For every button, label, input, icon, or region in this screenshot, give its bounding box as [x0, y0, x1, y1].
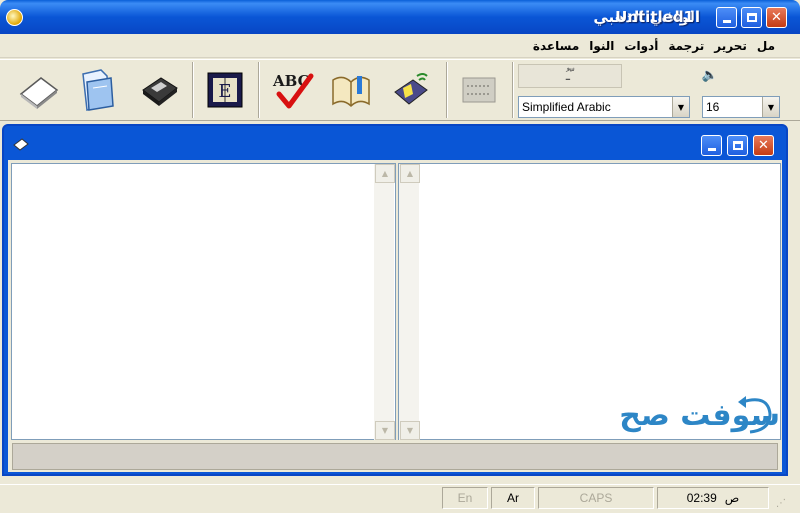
toolbar-separator — [192, 62, 194, 118]
clock-suffix: ص — [724, 491, 740, 505]
close-button[interactable]: ✕ — [766, 7, 787, 28]
clock-time: 02:39 — [686, 491, 717, 505]
book-icon — [332, 76, 370, 108]
menu-help[interactable]: مساعدة — [528, 39, 584, 53]
minimize-icon — [722, 20, 731, 23]
document-icon — [12, 136, 30, 152]
doc-close-button[interactable]: ✕ — [753, 135, 774, 156]
diacritics-icon: ـُ ّ — [565, 68, 575, 84]
disabled-tool-icon — [462, 77, 496, 103]
menu-windows[interactable]: النوا — [584, 39, 619, 53]
dictionary-button[interactable]: E — [200, 63, 250, 117]
status-lang-ar[interactable]: Ar — [491, 487, 535, 509]
chevron-down-icon: ▼ — [762, 97, 779, 117]
doc-maximize-button[interactable] — [727, 135, 748, 156]
sound-icon[interactable]: 🔈 — [700, 66, 720, 84]
font-size-select[interactable]: 16 ▼ — [702, 96, 780, 118]
diacritics-button[interactable]: ـُ ّ — [518, 64, 622, 88]
source-scrollbar[interactable]: ▲ ▼ — [374, 164, 395, 440]
minimize-icon — [707, 148, 716, 151]
status-clock: 02:39 ص — [657, 487, 769, 509]
maximize-button[interactable] — [741, 7, 762, 28]
svg-text:E: E — [218, 81, 231, 102]
scroll-up-icon[interactable]: ▲ — [400, 164, 420, 183]
watermark-logo: سوفت صح — [600, 392, 780, 438]
document-title: Untitled1 — [615, 8, 694, 26]
toolbar-separator — [512, 62, 514, 118]
new-document-icon — [19, 77, 59, 109]
new-document-button[interactable] — [14, 63, 64, 117]
font-size-value: 16 — [706, 100, 720, 114]
refresh-arrow-icon — [738, 396, 772, 434]
close-icon: ✕ — [771, 10, 782, 25]
book-button[interactable] — [326, 63, 376, 117]
maximize-icon — [732, 141, 743, 150]
font-family-value: Simplified Arabic — [522, 100, 611, 114]
document-status-strip — [12, 443, 778, 470]
open-folder-button[interactable] — [72, 63, 122, 117]
spell-check-button[interactable]: ABC — [268, 63, 318, 117]
speak-button[interactable] — [386, 63, 436, 117]
spell-check-icon: ABC — [272, 72, 314, 109]
save-disk-icon — [142, 77, 178, 106]
menu-tools[interactable]: أدوات — [619, 39, 663, 53]
dictionary-icon: E — [207, 72, 243, 108]
open-folder-icon — [82, 69, 114, 111]
menu-translate[interactable]: ترجمة — [663, 39, 709, 53]
menu-edit[interactable]: تحرير — [709, 39, 752, 53]
resize-grip-icon[interactable]: ⋰ — [776, 498, 790, 510]
status-caps: CAPS — [538, 487, 654, 509]
close-icon: ✕ — [758, 138, 769, 153]
app-logo-icon[interactable] — [6, 9, 23, 26]
chevron-down-icon: ▼ — [672, 97, 689, 117]
disabled-tool-button[interactable] — [454, 63, 504, 117]
maximize-icon — [746, 13, 757, 22]
scroll-down-icon[interactable]: ▼ — [375, 421, 395, 440]
toolbar-separator — [446, 62, 448, 118]
save-button[interactable] — [134, 63, 184, 117]
menu-bar: مل تحرير ترجمة أدوات النوا مساعدة — [0, 34, 800, 58]
scroll-up-icon[interactable]: ▲ — [375, 164, 395, 183]
status-lang-en[interactable]: En — [442, 487, 488, 509]
font-family-select[interactable]: Simplified Arabic ▼ — [518, 96, 690, 118]
source-text-pane[interactable] — [11, 163, 396, 440]
minimize-button[interactable] — [716, 7, 737, 28]
scroll-down-icon[interactable]: ▼ — [400, 421, 420, 440]
menu-file[interactable]: مل — [752, 39, 780, 53]
toolbar-separator — [258, 62, 260, 118]
speak-icon — [394, 73, 428, 105]
target-scrollbar[interactable]: ▲ ▼ — [399, 164, 420, 440]
doc-minimize-button[interactable] — [701, 135, 722, 156]
